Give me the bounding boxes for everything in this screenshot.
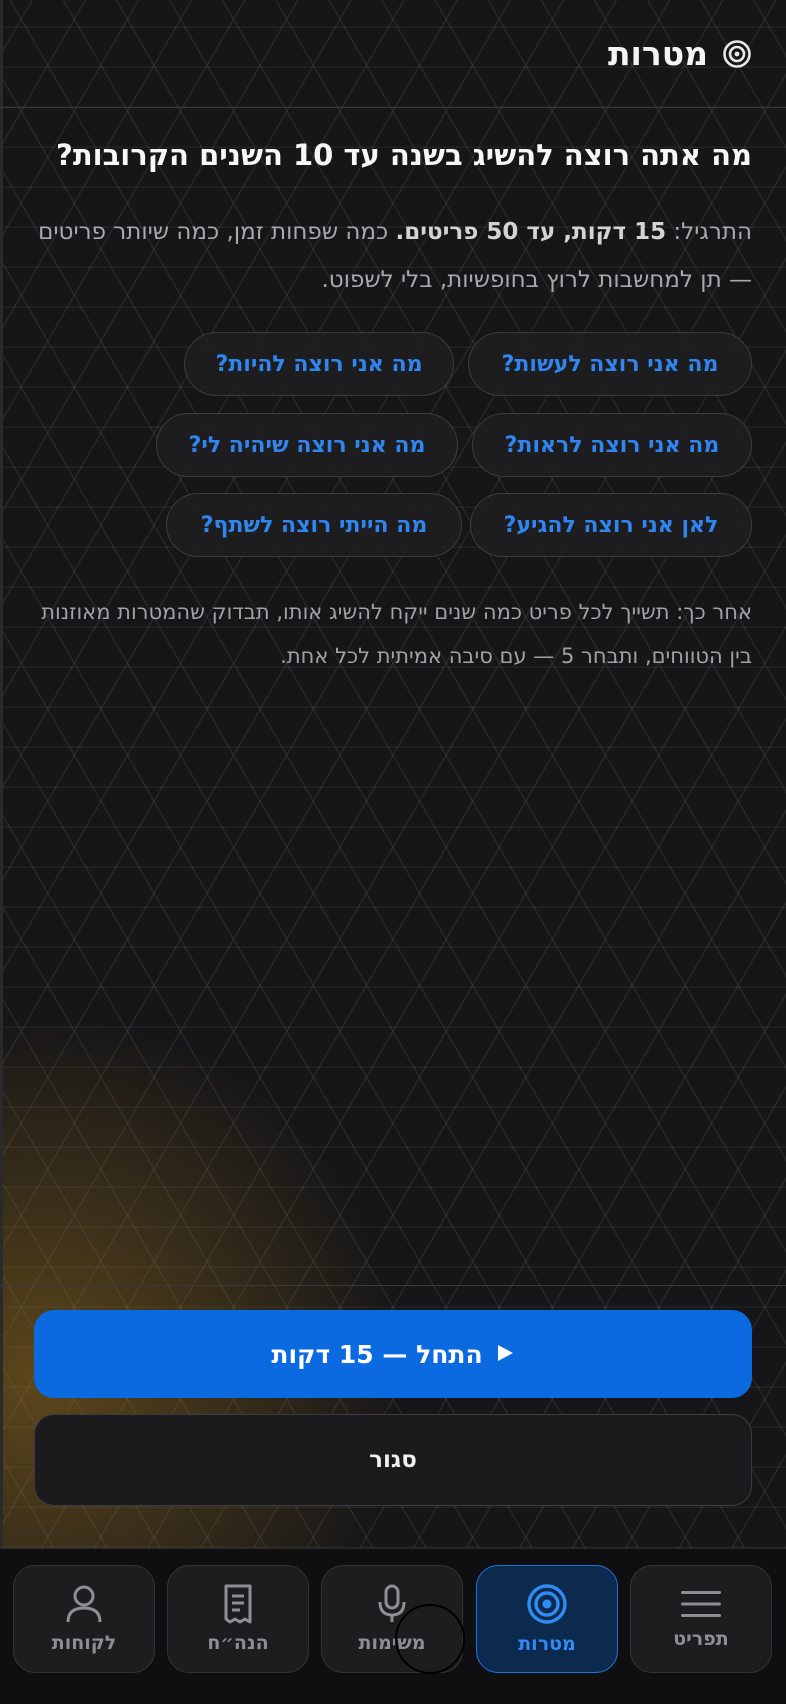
close-button-label: סגור	[369, 1447, 417, 1473]
footer-divider	[0, 1285, 786, 1286]
user-icon	[65, 1584, 103, 1624]
goals-screen: מטרות מה אתה רוצה להשיג בשנה עד 10 השנים…	[0, 0, 786, 1548]
tab-goals-label: מטרות	[518, 1633, 576, 1655]
intro-bold: 15 דקות, עד 50 פריטים.	[395, 219, 667, 245]
prompt-chip-have[interactable]: מה אני רוצה שיהיה לי?	[156, 413, 458, 477]
next-steps-note: אחר כך: תשייך לכל פריט כמה שנים ייקח להש…	[41, 600, 752, 668]
play-icon	[495, 1340, 515, 1369]
tab-clients-label: לקוחות	[51, 1632, 117, 1654]
prompt-chip-share[interactable]: מה הייתי רוצה לשתף?	[166, 493, 462, 557]
intro-prefix: התרגיל:	[666, 219, 752, 245]
prompt-chip-see[interactable]: מה אני רוצה לראות?	[472, 413, 752, 477]
tab-bookkeeping-label: הנה״ח	[207, 1632, 269, 1654]
target-icon	[526, 1583, 568, 1625]
start-button[interactable]: התחל — 15 דקות	[34, 1310, 752, 1398]
exercise-intro: התרגיל: 15 דקות, עד 50 פריטים. כמה שפחות…	[32, 208, 752, 304]
header: מטרות	[0, 0, 786, 108]
prompt-chip-be[interactable]: מה אני רוצה להיות?	[184, 332, 454, 396]
prompt-chip-do[interactable]: מה אני רוצה לעשות?	[468, 332, 752, 396]
receipt-icon	[223, 1584, 253, 1624]
bottom-tab-bar: תפריט מטרות משימות הנה״ח לקוחות	[0, 1548, 786, 1704]
recording-indicator[interactable]	[395, 1604, 465, 1674]
tab-menu-label: תפריט	[673, 1628, 729, 1650]
frame-edge	[0, 0, 3, 1548]
tab-bookkeeping[interactable]: הנה״ח	[167, 1565, 309, 1673]
menu-icon	[681, 1588, 721, 1620]
prompt-chip-reach[interactable]: לאן אני רוצה להגיע?	[470, 493, 752, 557]
tab-clients[interactable]: לקוחות	[13, 1565, 155, 1673]
close-button[interactable]: סגור	[34, 1414, 752, 1506]
question-heading: מה אתה רוצה להשיג בשנה עד 10 השנים הקרוב…	[56, 138, 752, 172]
tab-menu[interactable]: תפריט	[630, 1565, 772, 1673]
start-button-label: התחל — 15 דקות	[271, 1339, 483, 1369]
target-icon	[722, 39, 752, 69]
tab-goals[interactable]: מטרות	[476, 1565, 618, 1673]
page-title: מטרות	[607, 34, 708, 73]
